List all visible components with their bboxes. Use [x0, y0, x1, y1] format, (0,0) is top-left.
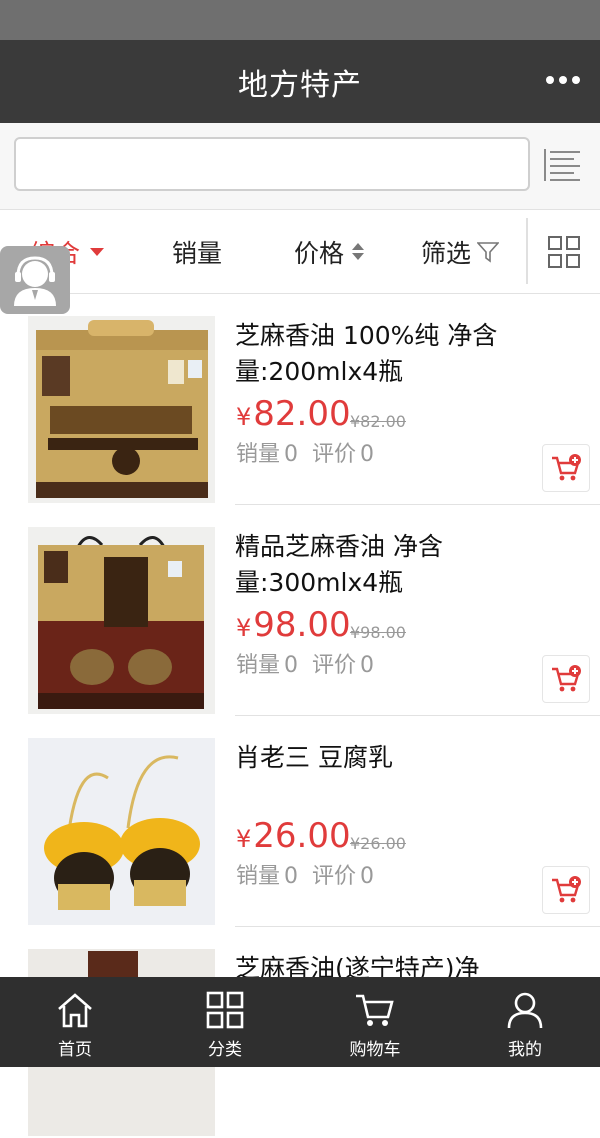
search-bar — [0, 123, 600, 210]
page-title: 地方特产 — [238, 67, 362, 103]
cart-icon — [356, 994, 394, 1026]
add-to-cart-button[interactable] — [542, 866, 590, 914]
grid-icon — [206, 991, 244, 1029]
reviews-count: 0 — [360, 864, 375, 889]
reviews-count: 0 — [360, 653, 375, 678]
product-price: ¥98.00 — [236, 605, 351, 645]
app-header: 地方特产 — [0, 40, 600, 123]
currency-symbol: ¥ — [236, 403, 252, 431]
sort-arrows-icon — [352, 243, 365, 260]
home-icon — [58, 993, 92, 1028]
more-menu-button[interactable] — [546, 68, 580, 92]
add-to-cart-button[interactable] — [542, 655, 590, 703]
filter-divider — [526, 218, 528, 284]
product-name: 精品芝麻香油 净含量:300mlx4瓶 — [235, 532, 443, 597]
more-dot-icon — [559, 76, 567, 84]
add-cart-icon — [552, 876, 581, 903]
original-price: ¥82.00 — [350, 412, 406, 431]
bottom-tab-bar: 首页 分类 购物车 我的 — [0, 977, 600, 1067]
original-price: ¥98.00 — [350, 623, 406, 642]
product-item[interactable]: 肖老三 豆腐乳 ¥26.00 ¥26.00 销量 0 评价 0 — [0, 716, 600, 927]
product-price: ¥26.00 — [236, 816, 351, 856]
reviews-label: 评价 — [312, 653, 357, 678]
filter-screen[interactable]: 筛选 — [421, 210, 500, 293]
customer-service-button[interactable] — [0, 246, 70, 314]
tab-category[interactable]: 分类 — [150, 977, 300, 1067]
user-icon — [507, 992, 543, 1029]
add-to-cart-button[interactable] — [542, 444, 590, 492]
filter-price[interactable]: 价格 — [294, 210, 365, 293]
product-image — [28, 738, 215, 925]
sales-label: 销量 — [236, 653, 281, 678]
tab-home[interactable]: 首页 — [0, 977, 150, 1067]
sales-label: 销量 — [236, 442, 281, 467]
tab-cart[interactable]: 购物车 — [300, 977, 450, 1067]
filter-label: 销量 — [172, 238, 223, 268]
filter-label: 价格 — [294, 238, 345, 268]
tab-label: 购物车 — [349, 1040, 401, 1060]
tab-label: 首页 — [58, 1040, 92, 1060]
more-dot-icon — [572, 76, 580, 84]
tab-label: 我的 — [508, 1040, 542, 1060]
product-item[interactable]: 芝麻香油 100%纯 净含量:200mlx4瓶 ¥82.00 ¥82.00 销量… — [0, 294, 600, 505]
product-image — [28, 527, 215, 714]
filter-sales[interactable]: 销量 — [172, 210, 222, 293]
currency-symbol: ¥ — [236, 614, 252, 642]
reviews-count: 0 — [360, 442, 375, 467]
funnel-icon — [477, 241, 500, 263]
filter-label: 筛选 — [421, 238, 472, 268]
sales-count: 0 — [284, 864, 299, 889]
add-cart-icon — [552, 665, 581, 692]
sales-count: 0 — [284, 653, 299, 678]
product-stats: 销量 0 评价 0 — [236, 858, 388, 890]
search-input[interactable] — [14, 137, 530, 191]
price-value: 82.00 — [253, 394, 351, 434]
tab-label: 分类 — [208, 1040, 242, 1060]
grid-view-icon[interactable] — [548, 236, 580, 268]
reviews-label: 评价 — [312, 442, 357, 467]
tab-profile[interactable]: 我的 — [450, 977, 600, 1067]
list-view-icon[interactable] — [544, 147, 582, 183]
price-value: 26.00 — [253, 816, 351, 856]
product-stats: 销量 0 评价 0 — [236, 647, 388, 679]
product-image — [28, 316, 215, 503]
product-name: 肖老三 豆腐乳 — [235, 743, 393, 772]
product-name: 芝麻香油 100%纯 净含量:200mlx4瓶 — [235, 321, 498, 386]
currency-symbol: ¥ — [236, 825, 252, 853]
product-price: ¥82.00 — [236, 394, 351, 434]
customer-service-icon — [14, 256, 56, 306]
price-value: 98.00 — [253, 605, 351, 645]
original-price: ¥26.00 — [350, 834, 406, 853]
add-cart-icon — [552, 454, 581, 481]
filter-bar: 综合 销量 价格 筛选 — [0, 210, 600, 294]
product-stats: 销量 0 评价 0 — [236, 436, 388, 468]
sales-count: 0 — [284, 442, 299, 467]
reviews-label: 评价 — [312, 864, 357, 889]
product-item[interactable]: 精品芝麻香油 净含量:300mlx4瓶 ¥98.00 ¥98.00 销量 0 评价 0 — [0, 505, 600, 716]
status-bar — [0, 0, 600, 40]
sales-label: 销量 — [236, 864, 281, 889]
caret-down-icon — [90, 247, 105, 256]
more-dot-icon — [546, 76, 554, 84]
